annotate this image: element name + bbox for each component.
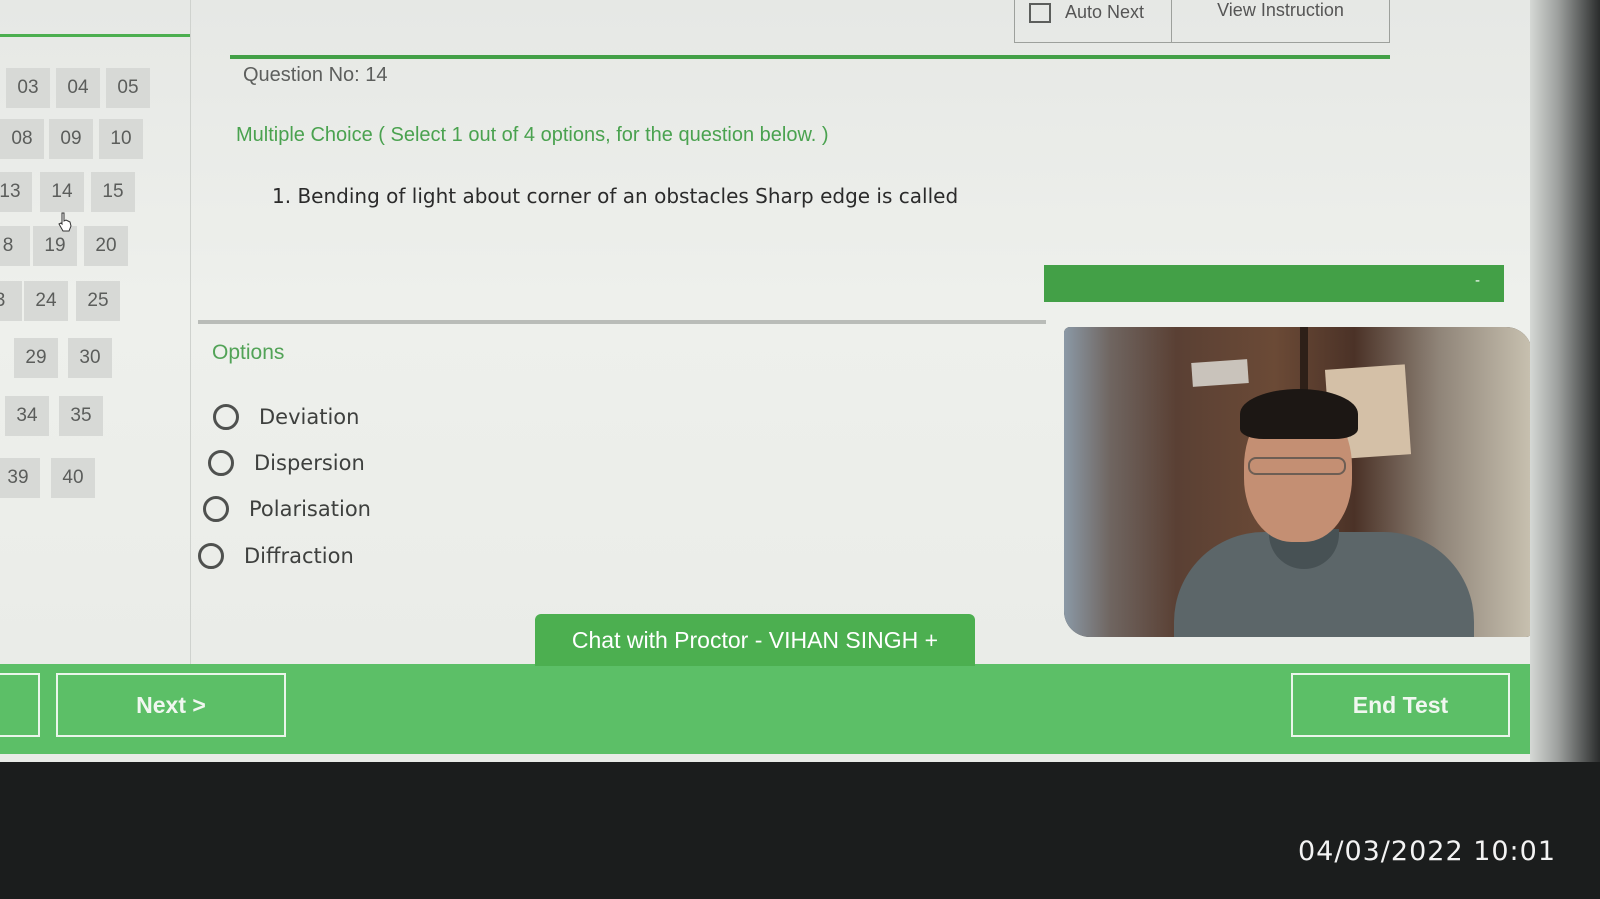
option-dispersion[interactable]: Dispersion <box>208 450 365 476</box>
monitor-bezel-right <box>1530 0 1600 762</box>
question-button[interactable]: 8 <box>0 226 30 266</box>
option-label: Dispersion <box>254 451 365 475</box>
question-button[interactable]: 29 <box>14 338 58 378</box>
option-deviation[interactable]: Deviation <box>213 404 359 430</box>
question-button[interactable]: 04 <box>56 68 100 108</box>
question-button[interactable]: 05 <box>106 68 150 108</box>
question-button[interactable]: 24 <box>24 281 68 321</box>
proctor-video-header[interactable]: - <box>1044 265 1504 302</box>
webcam-person-glasses <box>1248 457 1346 475</box>
end-test-button[interactable]: End Test <box>1291 673 1510 737</box>
question-button[interactable]: 3 <box>0 281 22 321</box>
chat-with-proctor-tab[interactable]: Chat with Proctor - VIHAN SINGH + <box>535 614 975 666</box>
options-heading: Options <box>212 341 285 364</box>
auto-next-label: Auto Next <box>1065 1 1145 22</box>
question-button[interactable]: 08 <box>0 119 44 159</box>
option-label: Deviation <box>259 405 360 429</box>
question-button[interactable]: 30 <box>68 338 112 378</box>
header-accent-line <box>230 55 1390 59</box>
navigator-accent-line <box>0 34 190 37</box>
question-button[interactable]: 39 <box>0 458 40 498</box>
question-text: 1. Bending of light about corner of an o… <box>272 184 959 208</box>
proctor-webcam-feed <box>1064 327 1532 637</box>
webcam-person-hair <box>1240 389 1358 439</box>
minimize-icon[interactable]: - <box>1475 273 1480 289</box>
question-button[interactable]: 19 <box>33 226 77 266</box>
radio-button[interactable] <box>208 450 234 476</box>
question-button[interactable]: 03 <box>6 68 50 108</box>
question-button-current[interactable]: 14 <box>40 172 84 212</box>
auto-next-toggle[interactable]: Auto Next <box>1015 0 1172 42</box>
exam-screen: 03 04 05 08 09 10 13 14 15 8 19 20 3 24 … <box>0 0 1600 762</box>
question-type-description: Multiple Choice ( Select 1 out of 4 opti… <box>236 124 829 146</box>
webcam-sticker <box>1191 359 1249 387</box>
radio-button[interactable] <box>203 496 229 522</box>
question-button[interactable]: 10 <box>99 119 143 159</box>
previous-button[interactable] <box>0 673 40 737</box>
option-label: Polarisation <box>249 497 371 521</box>
next-button[interactable]: Next > <box>56 673 286 737</box>
hand-cursor-icon <box>58 212 72 232</box>
option-polarisation[interactable]: Polarisation <box>203 496 371 522</box>
question-divider <box>198 320 1046 324</box>
top-controls: Auto Next View Instruction <box>1014 0 1390 43</box>
question-button[interactable]: 15 <box>91 172 135 212</box>
view-instruction-button[interactable]: View Instruction <box>1172 0 1389 42</box>
option-label: Diffraction <box>244 544 354 568</box>
question-button[interactable]: 09 <box>49 119 93 159</box>
radio-button[interactable] <box>198 543 224 569</box>
question-button[interactable]: 35 <box>59 396 103 436</box>
question-button[interactable]: 40 <box>51 458 95 498</box>
question-navigator: 03 04 05 08 09 10 13 14 15 8 19 20 3 24 … <box>0 0 191 665</box>
option-diffraction[interactable]: Diffraction <box>198 543 354 569</box>
radio-button[interactable] <box>213 404 239 430</box>
question-button[interactable]: 13 <box>0 172 32 212</box>
question-number: Question No: 14 <box>243 64 388 86</box>
question-button[interactable]: 25 <box>76 281 120 321</box>
auto-next-checkbox[interactable] <box>1029 3 1051 23</box>
photo-timestamp: 04/03/2022 10:01 <box>1298 836 1557 867</box>
question-button[interactable]: 34 <box>5 396 49 436</box>
question-button[interactable]: 20 <box>84 226 128 266</box>
